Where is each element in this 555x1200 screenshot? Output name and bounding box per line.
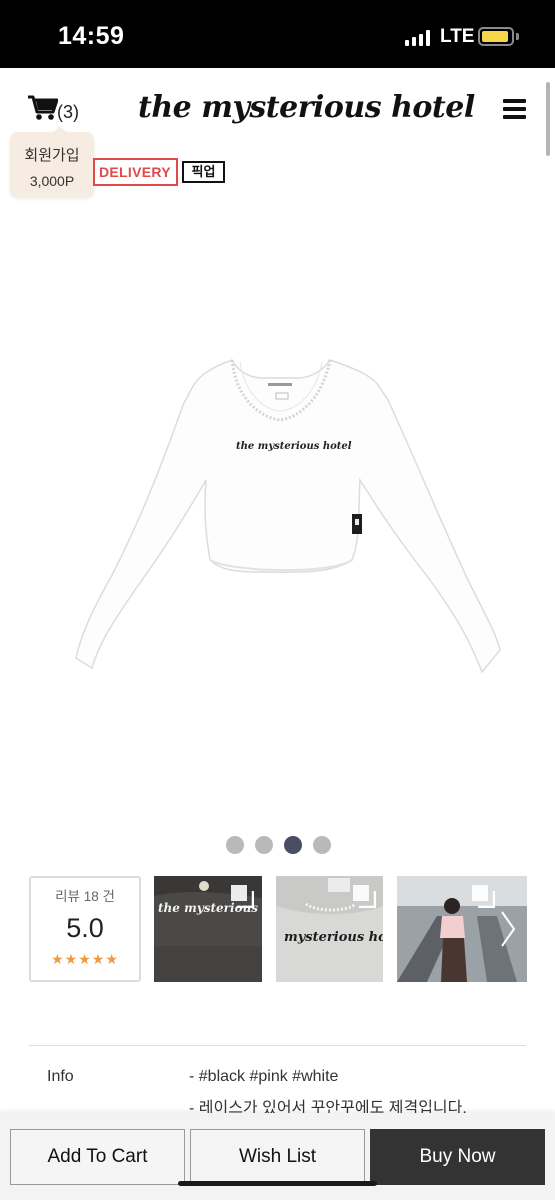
info-label: Info [47,1068,74,1085]
status-time: 14:59 [58,22,125,50]
carousel-dot[interactable] [226,836,244,854]
delivery-badge: DELIVERY [93,158,178,186]
carousel-dot[interactable] [313,836,331,854]
cart-icon[interactable] [28,95,58,121]
battery-tip [516,33,519,40]
carousel-dot[interactable] [255,836,273,854]
battery-icon [478,27,514,46]
shirt-print-text: the mysterious hotel [236,441,352,452]
network-label: LTE [440,26,475,47]
thumbnail-caption: mysterious hotel [284,930,383,945]
product-image[interactable] [0,200,555,820]
carousel-dots [226,836,336,854]
signup-tooltip[interactable]: 회원가입 3,000P [10,126,94,198]
buy-now-button[interactable]: Buy Now [370,1129,545,1185]
home-indicator[interactable] [178,1181,377,1186]
bottom-action-bar: Add To Cart Wish List Buy Now [0,1113,555,1200]
pickup-badge: 픽업 [182,161,225,183]
brand-logo[interactable]: the mysterious hotel [138,90,475,125]
cart-count[interactable]: (3) [57,102,79,123]
signal-icon [405,30,431,46]
rating-stars: ★★★★★ [51,951,119,967]
status-bar: 14:59 LTE [0,0,555,68]
info-color-tags: - #black #pink #white [189,1068,339,1085]
divider [29,1045,526,1046]
signup-title: 회원가입 [24,147,80,164]
review-thumbnail[interactable]: the mysterious hotel [154,876,262,982]
page-scrollbar[interactable] [546,82,550,156]
add-to-cart-button[interactable]: Add To Cart [10,1129,185,1185]
multi-image-icon [472,885,495,908]
wish-list-button[interactable]: Wish List [190,1129,365,1185]
multi-image-icon [353,885,376,908]
signup-points: 3,000P [29,173,75,189]
review-summary[interactable]: 리뷰 18 건 5.0 ★★★★★ [29,876,141,982]
multi-image-icon [231,885,254,908]
menu-icon[interactable] [503,99,526,119]
review-count: 리뷰 18 건 [55,889,115,904]
review-score: 5.0 [66,913,104,943]
carousel-dot-active[interactable] [284,836,302,854]
chevron-right-icon[interactable] [498,908,518,950]
review-thumbnail[interactable]: mysterious hotel [276,876,383,982]
